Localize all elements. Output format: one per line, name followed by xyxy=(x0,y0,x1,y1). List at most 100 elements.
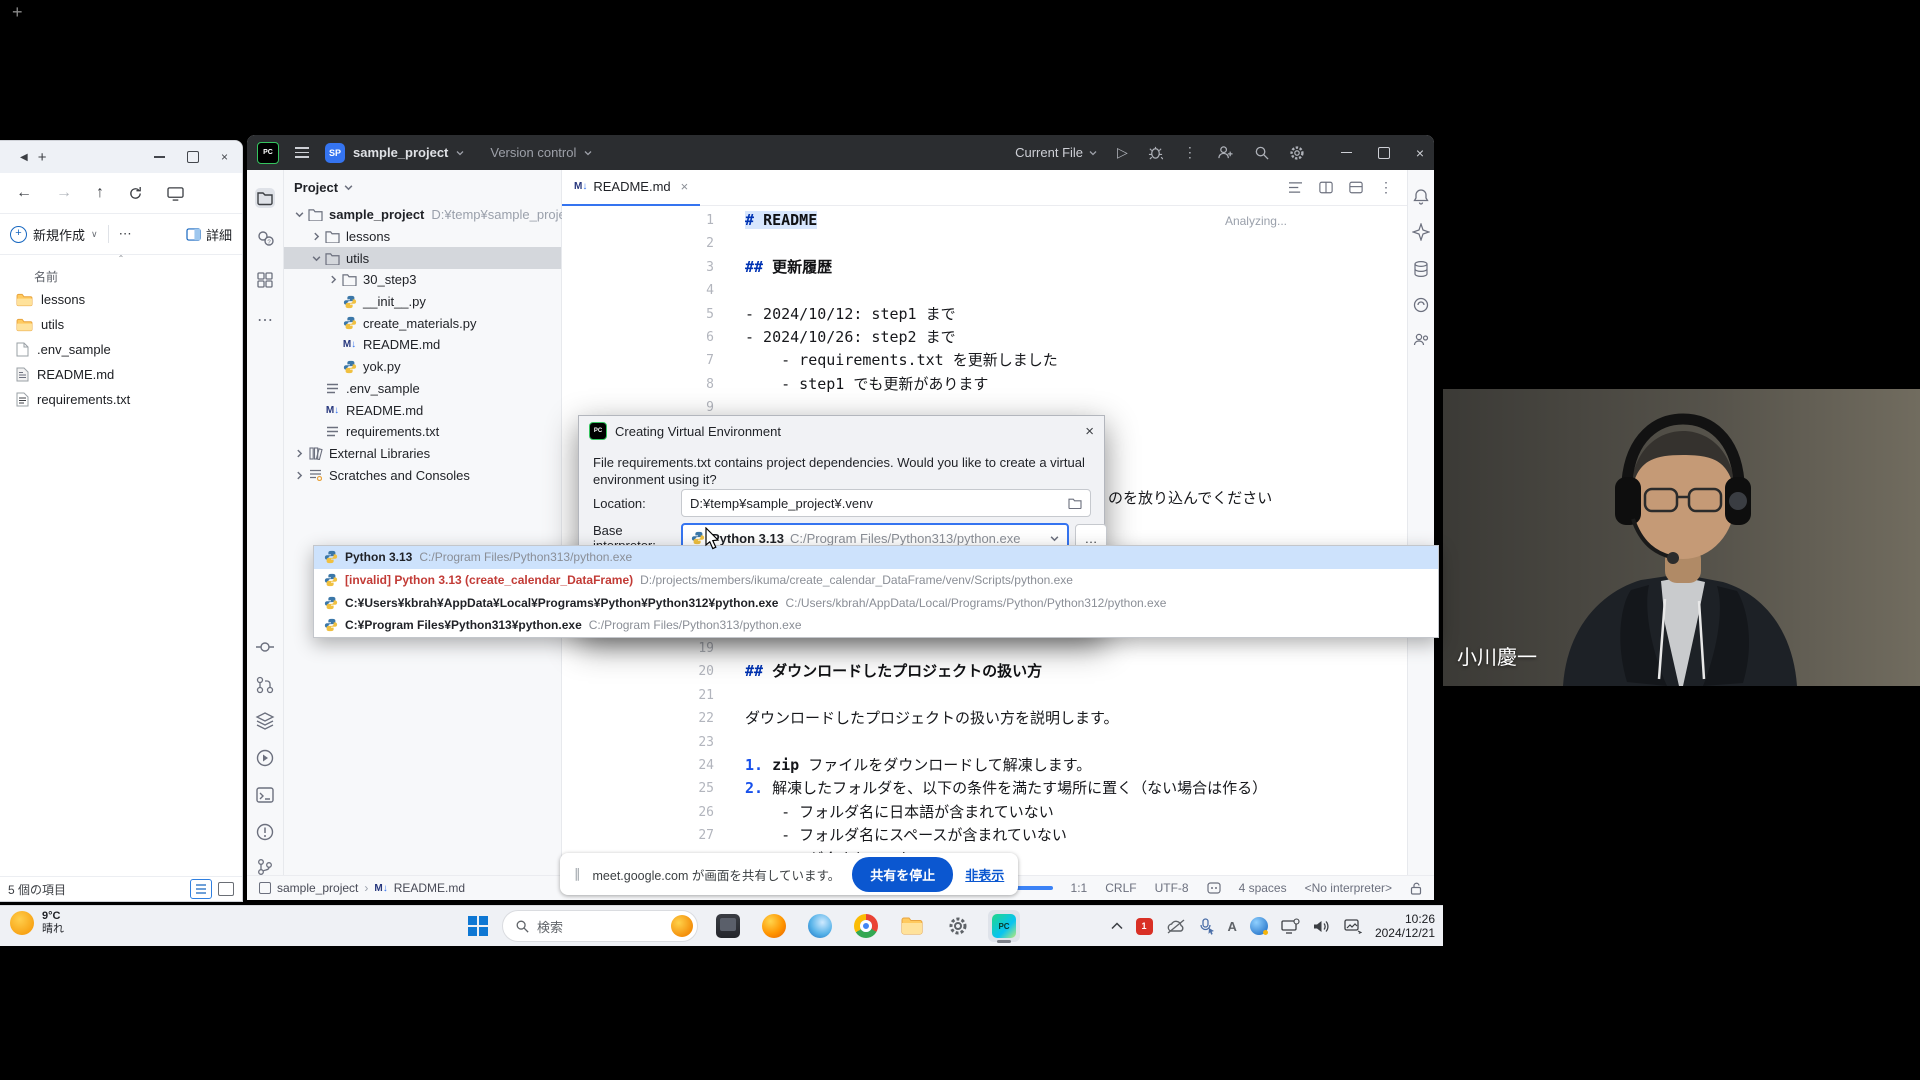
close-icon[interactable]: × xyxy=(1085,423,1094,440)
more-tools-icon[interactable]: ⋯ xyxy=(255,310,275,330)
editor-line-21[interactable]: 21 xyxy=(562,684,1407,707)
database-tool-icon[interactable] xyxy=(1412,260,1430,278)
display-connect-icon[interactable] xyxy=(1281,918,1300,935)
thumbnail-view-toggle[interactable] xyxy=(218,882,234,896)
file-row-.env_sample[interactable]: .env_sample xyxy=(0,337,242,362)
taskbar-app-chrome[interactable] xyxy=(850,910,882,942)
close-icon[interactable]: × xyxy=(221,150,228,164)
up-icon[interactable]: ↑ xyxy=(96,184,104,202)
vcs-widget[interactable]: Version control xyxy=(490,145,576,160)
editor-line-19[interactable]: 19 xyxy=(562,637,1407,660)
caret-position[interactable]: 1:1 xyxy=(1071,881,1088,895)
tree-row-requirements.txt[interactable]: requirements.txt xyxy=(284,421,561,443)
debug-icon[interactable] xyxy=(1148,145,1163,160)
monitor-icon[interactable] xyxy=(167,186,184,201)
editor-line-2[interactable]: 2 xyxy=(562,232,1407,255)
notifications-bell-icon[interactable] xyxy=(1412,188,1430,206)
new-tab-button[interactable]: + xyxy=(38,149,47,166)
list-view-toggle[interactable] xyxy=(190,879,212,899)
search-everywhere-icon[interactable] xyxy=(1254,145,1269,160)
chevron-right-icon[interactable] xyxy=(292,449,307,458)
weather-widget[interactable]: 9°C 晴れ xyxy=(10,910,64,936)
tree-row-.env_sample[interactable]: .env_sample xyxy=(284,378,561,400)
gradle-tool-icon[interactable] xyxy=(1412,296,1430,314)
new-item-button[interactable]: + 新規作成 ∨ xyxy=(10,225,98,244)
explorer-tab-icon[interactable]: ◀ xyxy=(20,152,28,163)
ai-assistant-icon[interactable] xyxy=(1412,223,1430,241)
interpreter-widget[interactable]: <No interpreter> xyxy=(1305,881,1392,895)
interpreter-option[interactable]: C:¥Program Files¥Python313¥python.exeC:/… xyxy=(314,614,1438,637)
stop-sharing-button[interactable]: 共有を停止 xyxy=(852,857,953,892)
problems-tool-icon[interactable] xyxy=(255,822,275,842)
commit-tool-icon[interactable] xyxy=(255,637,275,657)
forward-icon[interactable]: → xyxy=(56,184,72,202)
microphone-cursor-icon[interactable] xyxy=(1199,918,1215,935)
tree-row-sample_project[interactable]: sample_projectD:¥temp¥sample_project xyxy=(284,204,561,226)
editor-line-26[interactable]: 26 - フォルダ名に日本語が含まれていない xyxy=(562,801,1407,824)
tree-row-30_step3[interactable]: 30_step3 xyxy=(284,269,561,291)
editor-line-1[interactable]: 1# README xyxy=(562,209,1407,232)
editor-line-24[interactable]: 241. zip ファイルをダウンロードして解凍します。 xyxy=(562,754,1407,777)
settings-gear-icon[interactable] xyxy=(1289,145,1305,161)
file-row-requirements.txt[interactable]: requirements.txt xyxy=(0,387,242,412)
location-input[interactable]: D:¥temp¥sample_project¥.venv xyxy=(681,489,1091,517)
see-more-button[interactable]: ⋯ xyxy=(119,226,133,242)
project-widget[interactable]: sample_project xyxy=(353,145,448,160)
structure-tool-icon[interactable] xyxy=(255,270,275,290)
editor-line-22[interactable]: 22ダウンロードしたプロジェクトの扱い方を説明します。 xyxy=(562,707,1407,730)
taskbar-app-firefox[interactable] xyxy=(758,910,790,942)
editor-line-5[interactable]: 5- 2024/10/12: step1 まで xyxy=(562,303,1407,326)
tree-row-yok.py[interactable]: yok.py xyxy=(284,356,561,378)
inspections-widget-icon[interactable] xyxy=(1207,882,1221,894)
breadcrumb-file[interactable]: README.md xyxy=(394,881,465,895)
hide-link[interactable]: 非表示 xyxy=(965,865,1004,884)
minimize-icon[interactable] xyxy=(154,156,165,158)
photos-sync-icon[interactable] xyxy=(1343,918,1362,934)
details-pane-button[interactable]: 詳細 xyxy=(186,225,232,244)
close-icon[interactable]: × xyxy=(1416,145,1424,161)
tab-readme[interactable]: M↓ README.md × xyxy=(562,169,700,206)
taskbar-app-explorer[interactable] xyxy=(896,910,928,942)
file-encoding[interactable]: UTF-8 xyxy=(1155,881,1189,895)
chevron-down-icon[interactable] xyxy=(309,254,324,263)
learn-tool-icon[interactable]: ? xyxy=(255,228,275,248)
taskbar-app-edge[interactable] xyxy=(804,910,836,942)
tree-row-lessons[interactable]: lessons xyxy=(284,226,561,248)
file-row-README.md[interactable]: README.md xyxy=(0,362,242,387)
pull-requests-tool-icon[interactable] xyxy=(255,675,275,695)
structure-view-icon[interactable] xyxy=(1288,181,1303,194)
tree-row-__init__.py[interactable]: __init__.py xyxy=(284,291,561,313)
editor-line-6[interactable]: 6- 2024/10/26: step2 まで xyxy=(562,326,1407,349)
profiler-tool-icon[interactable] xyxy=(1412,331,1430,349)
tree-row-ScratchesandConsoles[interactable]: Scratches and Consoles xyxy=(284,464,561,486)
run-configuration-widget[interactable]: Current File xyxy=(1015,145,1097,160)
project-panel-title[interactable]: Project xyxy=(294,180,338,195)
run-tool-icon[interactable] xyxy=(255,748,275,768)
tree-row-utils[interactable]: utils xyxy=(284,247,561,269)
onedrive-paused-icon[interactable] xyxy=(1166,919,1186,934)
ime-mode-icon[interactable]: A xyxy=(1228,919,1237,934)
start-button[interactable] xyxy=(468,916,488,936)
taskbar-app-settings[interactable] xyxy=(942,910,974,942)
breadcrumb-project[interactable]: sample_project xyxy=(277,881,358,895)
layout-icon[interactable] xyxy=(1349,181,1363,194)
speaker-icon[interactable] xyxy=(1313,919,1330,934)
file-row-lessons[interactable]: lessons xyxy=(0,287,242,312)
copilot-sphere-icon[interactable] xyxy=(1250,917,1268,935)
main-menu-icon[interactable] xyxy=(295,147,309,158)
tray-chevron-up-icon[interactable] xyxy=(1111,922,1123,930)
search-box[interactable]: 検索 xyxy=(502,910,698,942)
unlock-icon[interactable] xyxy=(1410,882,1422,895)
git-branch-tool-icon[interactable] xyxy=(255,857,275,877)
tree-row-README.md[interactable]: M↓README.md xyxy=(284,334,561,356)
minimize-icon[interactable] xyxy=(1341,152,1352,154)
chevron-down-icon[interactable] xyxy=(292,210,307,219)
maximize-icon[interactable] xyxy=(187,151,199,163)
services-tool-icon[interactable] xyxy=(255,711,275,731)
taskbar-app-pycharm[interactable]: PC xyxy=(988,910,1020,942)
close-tab-icon[interactable]: × xyxy=(681,179,689,194)
editor-line-7[interactable]: 7 - requirements.txt を更新しました xyxy=(562,349,1407,372)
editor-line-3[interactable]: 3## 更新履歴 xyxy=(562,256,1407,279)
folder-icon[interactable] xyxy=(1068,497,1082,509)
editor-line-20[interactable]: 20## ダウンロードしたプロジェクトの扱い方 xyxy=(562,660,1407,683)
